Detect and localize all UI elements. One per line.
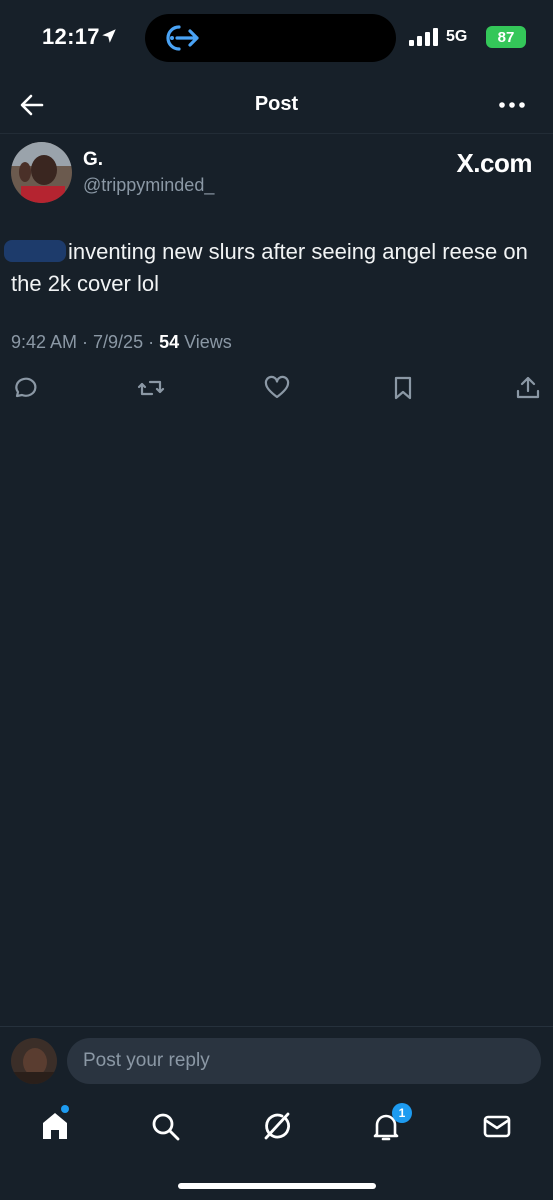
like-icon[interactable] — [263, 374, 291, 402]
location-arrow-icon — [102, 29, 116, 43]
my-avatar — [11, 1038, 57, 1084]
signal-bars-icon — [409, 28, 438, 46]
screen-share-icon — [166, 25, 199, 51]
network-label: 5G — [446, 28, 468, 45]
post-text: inventing new slurs after seeing angel r… — [11, 236, 541, 300]
nav-header: Post — [0, 78, 553, 134]
back-arrow-icon[interactable] — [18, 91, 46, 119]
post-body: inventing new slurs after seeing angel r… — [11, 239, 528, 296]
page-title: Post — [254, 93, 299, 115]
x-com-watermark: X.com — [456, 148, 532, 178]
author-avatar[interactable] — [11, 142, 72, 203]
views-count[interactable]: 54 — [159, 332, 179, 352]
search-icon[interactable] — [147, 1108, 183, 1144]
post-timestamp: 9:42 AM · 7/9/25 · — [11, 332, 160, 352]
dynamic-island — [145, 14, 396, 62]
repost-icon[interactable] — [137, 374, 165, 402]
more-dots-icon[interactable] — [497, 91, 527, 119]
post-action-bar — [0, 370, 553, 406]
home-icon[interactable] — [37, 1108, 73, 1144]
status-bar: 12:17 5G 87 — [0, 0, 553, 78]
author-handle[interactable]: @trippyminded_ — [83, 175, 214, 196]
reply-icon[interactable] — [11, 374, 39, 402]
share-icon[interactable] — [514, 374, 542, 402]
views-label: Views — [179, 332, 232, 352]
post-meta: 9:42 AM · 7/9/25 · 54 Views — [11, 332, 232, 353]
battery-level: 87 — [497, 28, 515, 46]
home-unread-dot — [61, 1105, 69, 1113]
bookmark-icon[interactable] — [389, 374, 417, 402]
home-indicator[interactable] — [178, 1183, 376, 1189]
post-screen: 12:17 5G 87 Post G. @trippyminded_ X.com… — [0, 0, 553, 1200]
grok-icon[interactable] — [258, 1108, 294, 1144]
reply-bar — [0, 1026, 553, 1094]
author-name[interactable]: G. — [83, 149, 103, 171]
notification-badge: 1 — [392, 1103, 412, 1123]
messages-icon[interactable] — [479, 1108, 515, 1144]
status-time: 12:17 — [42, 24, 100, 49]
battery-icon: 87 — [486, 26, 526, 48]
reply-input[interactable] — [67, 1038, 541, 1084]
